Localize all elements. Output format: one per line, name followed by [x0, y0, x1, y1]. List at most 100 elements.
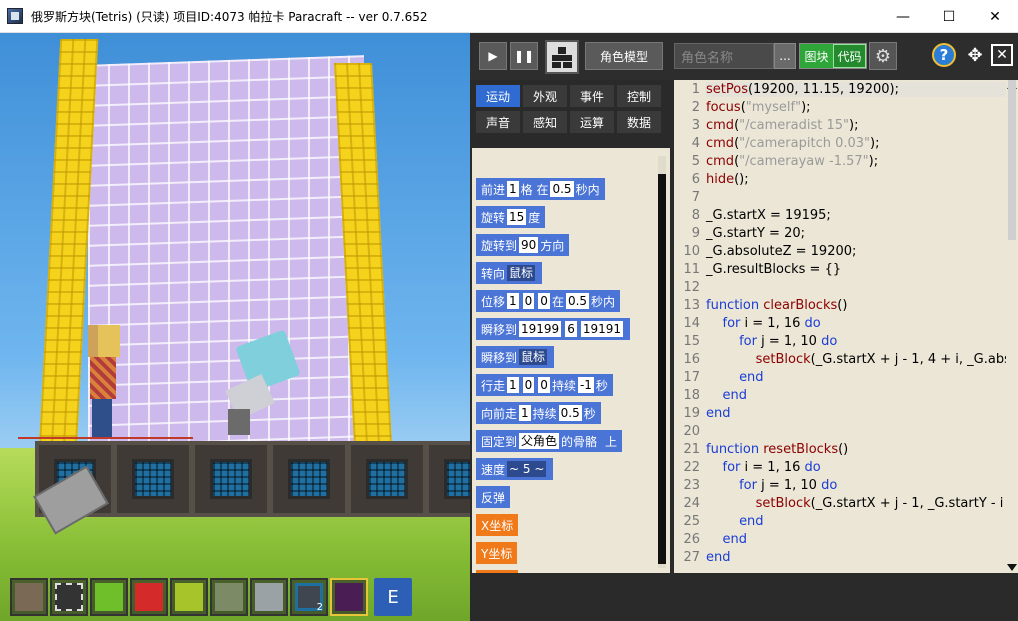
code-line[interactable]: end [706, 514, 764, 529]
block-input-slot[interactable]: 0 [538, 293, 550, 309]
code-line[interactable]: _G.absoluteZ = 19200; [706, 244, 856, 259]
play-button[interactable]: ▶ [479, 42, 507, 70]
code-line[interactable]: _G.resultBlocks = {} [706, 262, 841, 277]
code-line[interactable]: end [706, 370, 764, 385]
code-line[interactable]: _G.startX = 19195; [706, 208, 831, 223]
hotbar-slot-5[interactable] [170, 578, 208, 616]
category-motion[interactable]: 运动 [476, 85, 520, 107]
block-input-slot[interactable]: 0 [522, 293, 535, 309]
palette-block-1[interactable]: 前进 1 格 在 0.5 秒内 [476, 178, 605, 200]
player-character[interactable] [88, 325, 122, 437]
category-events[interactable]: 事件 [570, 85, 614, 107]
maximize-button[interactable]: ☐ [926, 0, 972, 33]
help-icon[interactable]: ? [932, 43, 956, 67]
palette-block-13[interactable]: X坐标 [476, 514, 519, 536]
hotbar-slot-1[interactable] [10, 578, 48, 616]
role-model-button[interactable]: 角色模型 [585, 42, 663, 70]
code-line[interactable]: setBlock(_G.startX + j - 1, 4 + i, _G.ab… [706, 352, 1018, 367]
code-line[interactable]: cmd("/cameradist 15"); [706, 118, 858, 133]
code-scrollbar[interactable] [1006, 80, 1018, 573]
block-input-slot[interactable]: 鼠标 [519, 349, 548, 365]
hotbar-slot-6[interactable] [210, 578, 248, 616]
code-line[interactable]: end [706, 550, 731, 565]
block-input-slot[interactable]: 19191 [580, 321, 624, 337]
hotbar-slot-2[interactable] [50, 578, 88, 616]
block-input-slot[interactable]: -1 [577, 377, 594, 393]
palette-block-2[interactable]: 旋转 15 度 [476, 206, 546, 228]
block-input-slot[interactable]: 0.5 [550, 181, 574, 197]
code-line[interactable]: function clearBlocks() [706, 298, 847, 313]
code-line[interactable]: for j = 1, 10 do [706, 478, 837, 493]
palette-block-4[interactable]: 转向 鼠标 [476, 262, 543, 284]
palette-block-14[interactable]: Y坐标 [476, 542, 518, 564]
block-input-slot[interactable]: 1 [507, 181, 519, 197]
npc-character[interactable] [222, 329, 302, 435]
code-line[interactable]: for i = 1, 16 do [706, 460, 821, 475]
palette-block-10[interactable]: 固定到 父角色 的骨骼上 [476, 430, 623, 452]
hotbar-slot-3[interactable] [90, 578, 128, 616]
palette-scrollbar[interactable] [658, 156, 666, 568]
block-input-slot[interactable]: 0 [522, 377, 535, 393]
close-window-button[interactable]: ✕ [972, 0, 1018, 33]
code-line[interactable]: end [706, 532, 748, 547]
line-number: 1 [691, 82, 700, 97]
hotbar-slot-4[interactable] [130, 578, 168, 616]
block-input-slot[interactable]: 0.5 [558, 405, 582, 421]
category-operators[interactable]: 运算 [570, 111, 614, 133]
palette-block-6[interactable]: 瞬移到 19199 6 19191 [476, 318, 631, 340]
code-line[interactable]: for i = 1, 16 do [706, 316, 821, 331]
block-label: Y坐标 [481, 546, 513, 561]
palette-block-5[interactable]: 位移 1 0 0 在 0.5 秒内 [476, 290, 621, 312]
block-input-slot[interactable]: 1 [507, 293, 519, 309]
block-input-slot[interactable]: 鼠标 [507, 265, 536, 281]
palette-block-9[interactable]: 向前走 1 持续 0.5 秒 [476, 402, 601, 424]
code-line[interactable]: cmd("/camerapitch 0.03"); [706, 136, 879, 151]
block-input-slot[interactable]: 1 [507, 377, 519, 393]
game-viewport[interactable]: 2 E [0, 33, 470, 621]
block-layout-button[interactable] [545, 40, 579, 74]
code-line[interactable]: end [706, 406, 731, 421]
palette-block-12[interactable]: 反弹 [476, 486, 511, 508]
code-line[interactable]: cmd("/camerayaw -1.57"); [706, 154, 878, 169]
more-button[interactable]: ... [774, 43, 796, 69]
code-line[interactable]: setBlock(_G.startX + j - 1, _G.startY - … [706, 496, 1018, 511]
code-line[interactable]: setPos(19200, 11.15, 19200); [706, 82, 1006, 97]
category-data[interactable]: 数据 [617, 111, 661, 133]
move-icon[interactable]: ✥ [963, 43, 987, 67]
block-input-slot[interactable]: 6 [565, 321, 577, 337]
palette-block-7[interactable]: 瞬移到 鼠标 [476, 346, 555, 368]
hotbar-slot-7[interactable] [250, 578, 288, 616]
block-input-slot[interactable]: 0 [538, 377, 550, 393]
category-looks[interactable]: 外观 [523, 85, 567, 107]
code-line[interactable]: end [706, 388, 748, 403]
palette-block-11[interactable]: 速度 ~ 5 ~ [476, 458, 554, 480]
hotbar-slot-8[interactable]: 2 [290, 578, 328, 616]
mode-block-button[interactable]: 图块 [800, 44, 833, 68]
code-line[interactable]: function resetBlocks() [706, 442, 848, 457]
code-area[interactable]: 1 setPos(19200, 11.15, 19200); 2 focus("mys… [674, 80, 1018, 573]
mode-code-button[interactable]: 代码 [833, 44, 866, 68]
block-input-slot[interactable]: 15 [507, 209, 527, 225]
code-line[interactable]: focus("myself"); [706, 100, 811, 115]
role-name-input[interactable]: 角色名称 [674, 43, 774, 69]
block-input-slot[interactable]: 1 [519, 405, 531, 421]
block-input-slot[interactable]: 19199 [519, 321, 562, 337]
minimize-button[interactable]: — [880, 0, 926, 33]
category-control[interactable]: 控制 [617, 85, 661, 107]
palette-block-3[interactable]: 旋转到 90 方向 [476, 234, 570, 256]
code-line[interactable]: _G.startY = 20; [706, 226, 805, 241]
block-input-slot[interactable]: 父角色 [519, 433, 560, 449]
inventory-e-button[interactable]: E [374, 578, 412, 616]
category-sensing[interactable]: 感知 [523, 111, 567, 133]
block-input-slot[interactable]: 90 [519, 237, 539, 253]
hotbar-slot-9[interactable] [330, 578, 368, 616]
block-input-slot[interactable]: 0.5 [565, 293, 590, 309]
code-line[interactable]: hide(); [706, 172, 749, 187]
pause-button[interactable]: ❚❚ [510, 42, 538, 70]
close-icon[interactable]: ✕ [991, 44, 1013, 66]
gear-icon[interactable]: ⚙ [869, 42, 897, 70]
code-line[interactable]: for j = 1, 10 do [706, 334, 837, 349]
palette-block-8[interactable]: 行走 1 0 0 持续 -1 秒 [476, 374, 613, 396]
category-sound[interactable]: 声音 [476, 111, 520, 133]
block-input-slot[interactable]: ~ 5 ~ [507, 461, 547, 477]
